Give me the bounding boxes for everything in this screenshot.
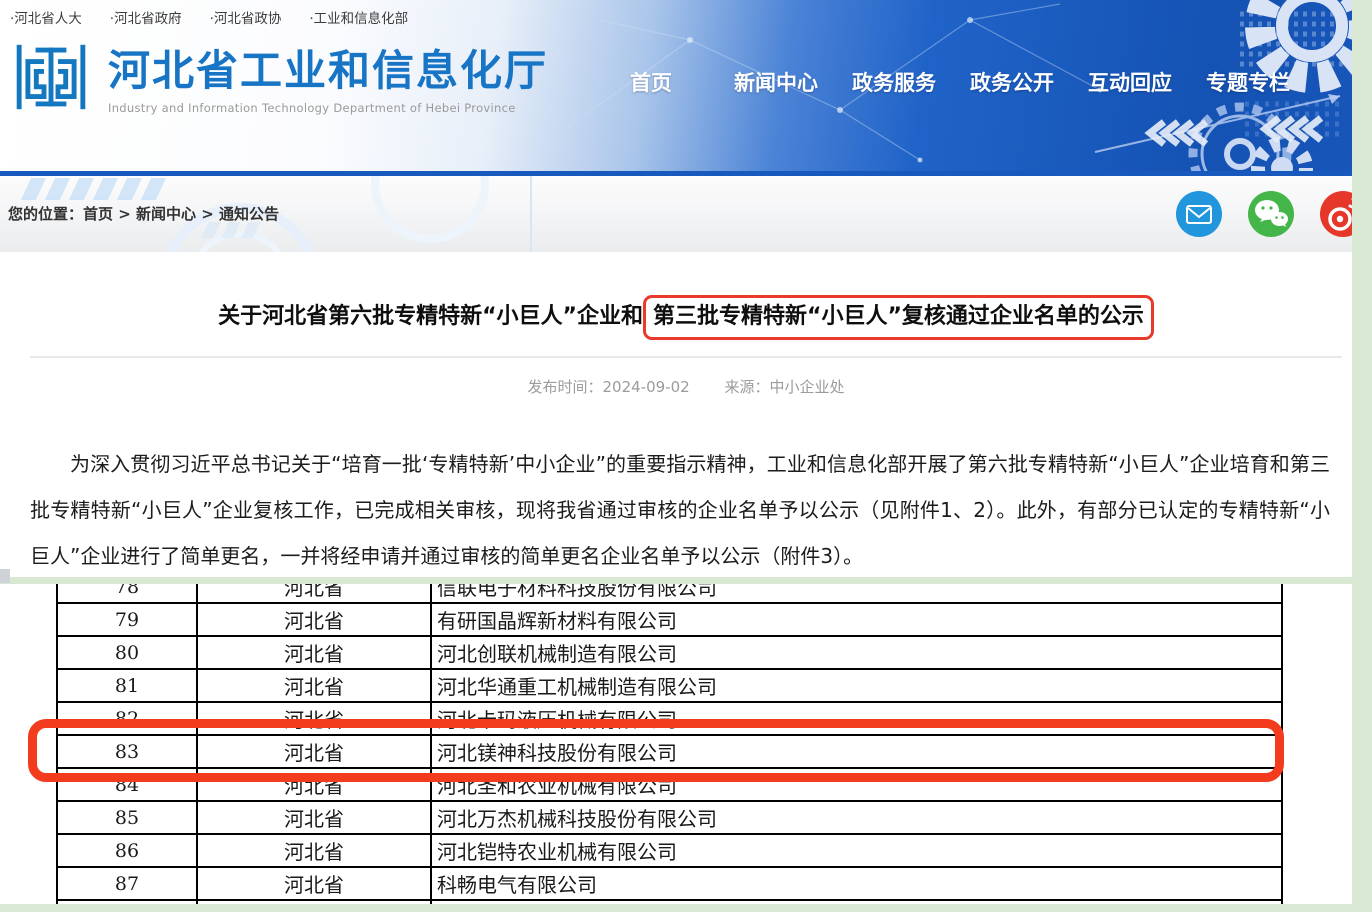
- article-title: 关于河北省第六批专精特新“小巨人”企业和第三批专精特新“小巨人”复核通过企业名单…: [0, 302, 1372, 333]
- page-edge-right: [1352, 0, 1372, 912]
- cell-company: 有研国晶辉新材料有限公司: [431, 603, 1282, 636]
- attachment-edge-top: [0, 577, 1372, 584]
- email-icon: [1176, 191, 1222, 237]
- social-buttons: [1176, 191, 1366, 237]
- cell-company: 科畅电气有限公司: [431, 867, 1282, 900]
- breadcrumb-path[interactable]: 首页 > 新闻中心 > 通知公告: [83, 205, 279, 223]
- cell-company: 河北创联机械制造有限公司: [431, 636, 1282, 669]
- cell-province: 河北省: [197, 584, 431, 603]
- table-row: 78 河北省 信联电子材料科技股份有限公司: [57, 584, 1282, 603]
- top-link-2[interactable]: ·河北省政协: [210, 7, 282, 27]
- table-row: 86 河北省 河北铠特农业机械有限公司: [57, 834, 1282, 867]
- article-meta: 发布时间：2024-09-02 来源：中小企业处: [0, 376, 1372, 397]
- title-highlight-box: 第三批专精特新“小巨人”复核通过企业名单的公示: [643, 295, 1154, 340]
- nav-item-2[interactable]: 政务服务: [852, 67, 936, 97]
- cell-province: 河北省: [197, 603, 431, 636]
- cell-province: 河北省: [197, 669, 431, 702]
- wechat-icon: [1248, 191, 1294, 237]
- table-row: 80 河北省 河北创联机械制造有限公司: [57, 636, 1282, 669]
- row-highlight-annotation: [28, 719, 1284, 782]
- site-logo-block: 河北省工业和信息化厅 Industry and Information Tech…: [16, 40, 548, 115]
- page: ·河北省人大 ·河北省政府 ·河北省政协 ·工业和信息化部 河北省工业和信息化厅 In…: [0, 0, 1372, 912]
- cell-company: 河北铠特农业机械有限公司: [431, 834, 1282, 867]
- scrollbar-notch: [0, 569, 10, 583]
- table-row: 81 河北省 河北华通重工机械制造有限公司: [57, 669, 1282, 702]
- dot-grid-pattern: [1240, 14, 1345, 64]
- cell-province: 河北省: [197, 636, 431, 669]
- nav-item-3[interactable]: 政务公开: [970, 67, 1054, 97]
- nav-item-4[interactable]: 互动回应: [1088, 67, 1172, 97]
- breadcrumb: 您的位置：首页 > 新闻中心 > 通知公告: [8, 203, 279, 224]
- cell-number: 81: [57, 669, 197, 702]
- top-link-1[interactable]: ·河北省政府: [110, 7, 182, 27]
- publish-time: 发布时间：2024-09-02: [528, 378, 690, 396]
- cell-company: 河北万杰机械科技股份有限公司: [431, 801, 1282, 834]
- source: 来源：中小企业处: [724, 378, 844, 396]
- article-title-part1: 关于河北省第六批专精特新“小巨人”企业和: [218, 304, 643, 329]
- cell-province: 河北省: [197, 867, 431, 900]
- cell-number: 87: [57, 867, 197, 900]
- wechat-share-button[interactable]: [1248, 191, 1294, 237]
- breadcrumb-bar: 您的位置：首页 > 新闻中心 > 通知公告: [0, 176, 1372, 252]
- cell-number: 80: [57, 636, 197, 669]
- breadcrumb-label: 您的位置：: [8, 205, 83, 223]
- cell-number: 78: [57, 584, 197, 603]
- site-subtitle: Industry and Information Technology Depa…: [108, 101, 548, 115]
- chevron-left-icon: [1150, 122, 1206, 144]
- table-row: 85 河北省 河北万杰机械科技股份有限公司: [57, 801, 1282, 834]
- gear-small-icon: [1258, 144, 1306, 171]
- cell-number: 79: [57, 603, 197, 636]
- cell-province: 河北省: [197, 801, 431, 834]
- chevron-left-icon: [1265, 118, 1321, 140]
- top-link-bar: ·河北省人大 ·河北省政府 ·河北省政协 ·工业和信息化部: [10, 7, 408, 27]
- article-title-part2: 第三批专精特新“小巨人”复核通过企业名单的公示: [653, 304, 1144, 329]
- cell-number: 85: [57, 801, 197, 834]
- cell-company: 河北华通重工机械制造有限公司: [431, 669, 1282, 702]
- cell-number: 86: [57, 834, 197, 867]
- article-paragraph: 为深入贯彻习近平总书记关于“培育一批‘专精特新’中小企业”的重要指示精神，工业和…: [30, 441, 1330, 579]
- table-row: 79 河北省 有研国晶辉新材料有限公司: [57, 603, 1282, 636]
- nav-item-5[interactable]: 专题专栏: [1206, 67, 1290, 97]
- site-header: ·河北省人大 ·河北省政府 ·河北省政协 ·工业和信息化部 河北省工业和信息化厅 In…: [0, 0, 1372, 171]
- cell-province: 河北省: [197, 834, 431, 867]
- title-divider: [30, 356, 1342, 358]
- nav-item-0[interactable]: 首页: [630, 67, 672, 97]
- table-row: 87 河北省 科畅电气有限公司: [57, 867, 1282, 900]
- email-share-button[interactable]: [1176, 191, 1222, 237]
- gear-outline-icon: [1193, 107, 1287, 171]
- attachment-edge-bottom: [0, 904, 1372, 912]
- nav-item-1[interactable]: 新闻中心: [734, 67, 818, 97]
- top-link-3[interactable]: ·工业和信息化部: [309, 7, 408, 27]
- main-nav: 首页 新闻中心 政务服务 政务公开 互动回应 专题专栏: [630, 67, 1290, 97]
- hebei-miit-logo-icon: [16, 40, 86, 114]
- header-divider-line: [0, 171, 1372, 176]
- cell-company: 信联电子材料科技股份有限公司: [431, 584, 1282, 603]
- site-title: 河北省工业和信息化厅: [108, 48, 548, 94]
- top-link-0[interactable]: ·河北省人大: [10, 7, 82, 27]
